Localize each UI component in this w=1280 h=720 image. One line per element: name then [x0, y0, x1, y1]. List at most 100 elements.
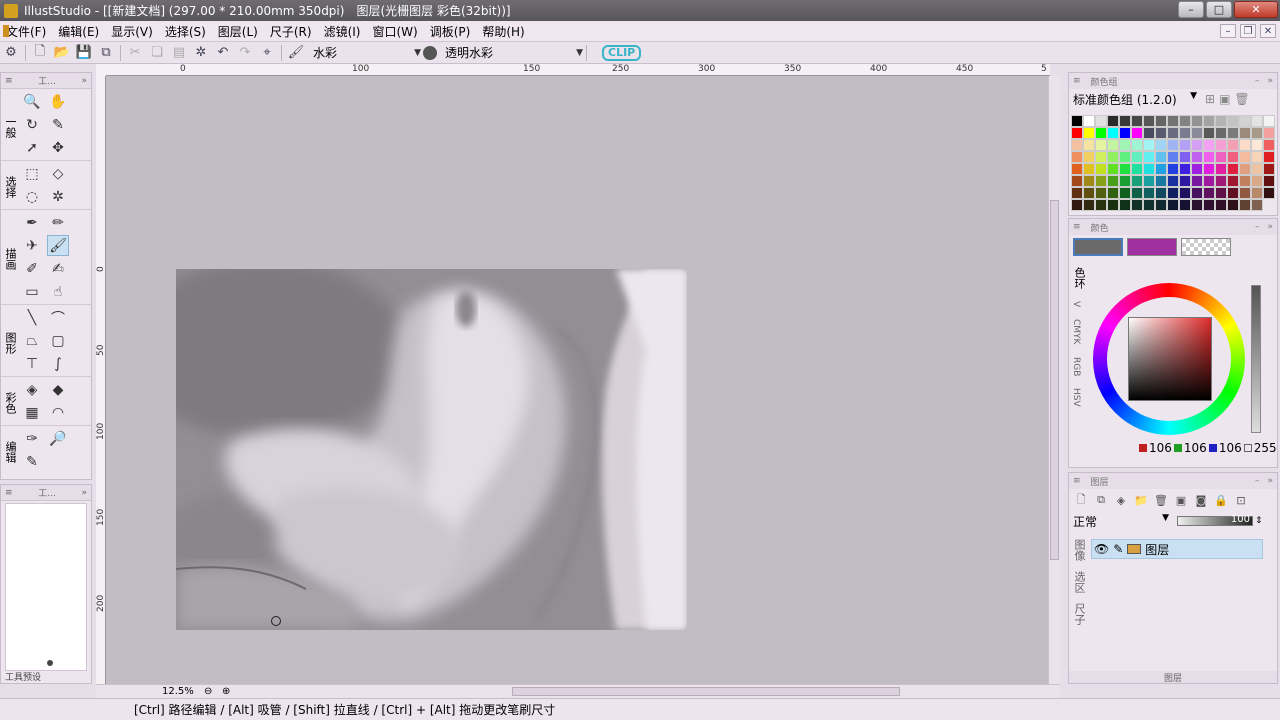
color-swatch[interactable] — [1107, 187, 1119, 199]
color-swatch[interactable] — [1251, 127, 1263, 139]
color-swatch[interactable] — [1239, 151, 1251, 163]
magic-wand-tool-icon[interactable]: ✲ — [47, 186, 69, 207]
saturation-value-square[interactable] — [1128, 317, 1212, 401]
color-swatch[interactable] — [1215, 127, 1227, 139]
color-swatch[interactable] — [1263, 127, 1275, 139]
color-swatch[interactable] — [1095, 127, 1107, 139]
color-swatch[interactable] — [1251, 187, 1263, 199]
color-swatch[interactable] — [1107, 199, 1119, 211]
tab-ruler[interactable]: 尺子 — [1071, 603, 1087, 625]
brush-tip-dropdown[interactable]: 透明水彩 ▼ — [423, 44, 583, 62]
color-swatch[interactable] — [1167, 175, 1179, 187]
canvas-area[interactable] — [106, 76, 1048, 684]
color-swatch[interactable] — [1071, 139, 1083, 151]
color-swatch[interactable] — [1179, 187, 1191, 199]
delete-layer-icon[interactable]: 🗑 — [1153, 492, 1169, 508]
clear-selection-icon[interactable]: ✲ — [192, 44, 210, 62]
tab-cmyk[interactable]: CMYK — [1071, 319, 1081, 344]
horizontal-scroll-thumb[interactable] — [512, 687, 900, 696]
panel-menu-icon[interactable]: ≡ — [1073, 476, 1081, 486]
color-swatch[interactable] — [1095, 163, 1107, 175]
color-swatch[interactable] — [1107, 151, 1119, 163]
color-swatch[interactable] — [1119, 199, 1131, 211]
menu-window[interactable]: 窗口(W) — [366, 23, 423, 40]
color-swatch[interactable] — [1119, 187, 1131, 199]
color-swatch[interactable] — [1227, 115, 1239, 127]
minimize-icon[interactable]: – — [1255, 76, 1260, 86]
doc-minimize-button[interactable]: – — [1220, 24, 1236, 38]
color-swatch[interactable] — [1071, 187, 1083, 199]
color-swatch[interactable] — [1239, 175, 1251, 187]
color-swatch[interactable] — [1251, 151, 1263, 163]
rotate-tool-icon[interactable]: ↻ — [21, 114, 43, 135]
delete-color-icon[interactable]: 🗑 — [1234, 92, 1249, 106]
tab-color-wheel[interactable]: 色环 — [1071, 267, 1087, 289]
color-swatch[interactable] — [1203, 151, 1215, 163]
doc-restore-button[interactable]: ❐ — [1240, 24, 1256, 38]
zoom-in-icon[interactable]: ⊕ — [222, 686, 230, 697]
transparent-color-slot[interactable] — [1181, 238, 1231, 256]
horizontal-scrollbar[interactable]: 12.5% ⊖ ⊕ — [96, 684, 1060, 698]
color-swatch[interactable] — [1095, 115, 1107, 127]
color-swatch[interactable] — [1095, 175, 1107, 187]
color-swatch[interactable] — [1203, 187, 1215, 199]
color-swatch[interactable] — [1251, 199, 1263, 211]
color-swatch[interactable] — [1179, 115, 1191, 127]
color-swatch[interactable] — [1119, 139, 1131, 151]
fill-tool-icon[interactable]: ◈ — [21, 379, 43, 400]
color-swatch[interactable] — [1083, 151, 1095, 163]
color-swatch[interactable] — [1203, 175, 1215, 187]
color-swatch[interactable] — [1083, 163, 1095, 175]
polygon-select-tool-icon[interactable]: ◇ — [47, 163, 69, 184]
color-swatch[interactable] — [1131, 127, 1143, 139]
color-swatch[interactable] — [1155, 175, 1167, 187]
maximize-button[interactable]: □ — [1206, 1, 1232, 18]
move-tool-icon[interactable]: ✥ — [47, 137, 69, 158]
color-swatch[interactable] — [1227, 175, 1239, 187]
water-brush-tool-icon[interactable]: ✍ — [47, 258, 69, 279]
color-swatch[interactable] — [1095, 187, 1107, 199]
color-swatch[interactable] — [1227, 139, 1239, 151]
menu-view[interactable]: 显示(V) — [105, 23, 159, 40]
color-swatch[interactable] — [1095, 151, 1107, 163]
hand-tool-icon[interactable]: ✋ — [47, 91, 69, 112]
color-swatch[interactable] — [1131, 187, 1143, 199]
color-swatch[interactable] — [1167, 115, 1179, 127]
color-swatch[interactable] — [1215, 115, 1227, 127]
visibility-eye-icon[interactable]: 👁 — [1094, 542, 1109, 556]
add-color-icon[interactable]: ⊞ — [1205, 92, 1215, 106]
color-swatch[interactable] — [1107, 175, 1119, 187]
color-swatch[interactable] — [1131, 175, 1143, 187]
curve-tool-icon[interactable]: ⌒ — [47, 307, 69, 328]
color-swatch[interactable] — [1143, 139, 1155, 151]
color-swatch[interactable] — [1155, 187, 1167, 199]
color-swatch[interactable] — [1155, 199, 1167, 211]
color-swatch[interactable] — [1203, 163, 1215, 175]
color-swatch[interactable] — [1239, 199, 1251, 211]
mask-link-icon[interactable]: ◙ — [1193, 492, 1209, 508]
tool-preset-label[interactable]: 工具预设 — [5, 670, 41, 683]
ruler-tool-icon[interactable]: ⊤ — [21, 353, 43, 374]
tab-rgb[interactable]: RGB — [1071, 357, 1081, 376]
menu-palette[interactable]: 调板(P) — [424, 23, 477, 40]
panel-menu-icon[interactable]: ≡ — [5, 76, 13, 86]
gradient-fill-tool-icon[interactable]: ◆ — [47, 379, 69, 400]
menu-select[interactable]: 选择(S) — [159, 23, 212, 40]
color-swatch[interactable] — [1179, 163, 1191, 175]
color-swatch[interactable] — [1179, 175, 1191, 187]
color-swatch[interactable] — [1095, 199, 1107, 211]
color-swatch[interactable] — [1251, 175, 1263, 187]
color-swatch[interactable] — [1155, 163, 1167, 175]
minimize-button[interactable]: – — [1178, 1, 1204, 18]
color-swatch[interactable] — [1167, 163, 1179, 175]
color-swatch[interactable] — [1215, 139, 1227, 151]
vertical-scroll-thumb[interactable] — [1050, 200, 1059, 560]
redo-icon[interactable]: ↷ — [236, 44, 254, 62]
ruler-icon[interactable]: ⊡ — [1233, 492, 1249, 508]
lock-icon[interactable]: 🔒 — [1213, 492, 1229, 508]
save-icon[interactable]: 💾 — [75, 44, 93, 62]
opacity-stepper-icon[interactable]: ⇕ — [1255, 516, 1263, 526]
color-swatch[interactable] — [1191, 139, 1203, 151]
color-swatch[interactable] — [1131, 151, 1143, 163]
color-set-selector[interactable]: 标准颜色组 (1.2.0) ▼ ⊞ ▣ 🗑 — [1069, 89, 1277, 109]
